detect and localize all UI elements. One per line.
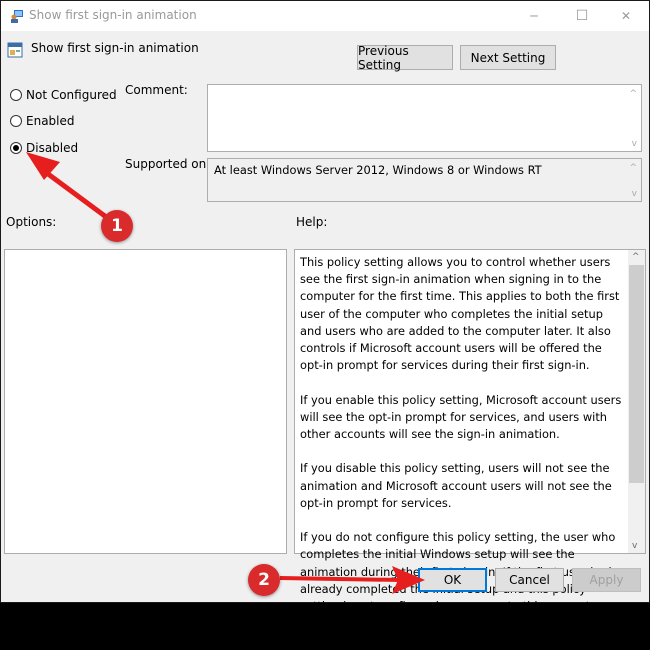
annotation-arrows: [26, 152, 425, 594]
annotation-badge-2: 2: [248, 564, 280, 596]
annotation-arrow-2: [279, 566, 425, 594]
annotation-badge-1: 1: [101, 210, 133, 242]
annotation-arrow-1: [26, 152, 119, 228]
